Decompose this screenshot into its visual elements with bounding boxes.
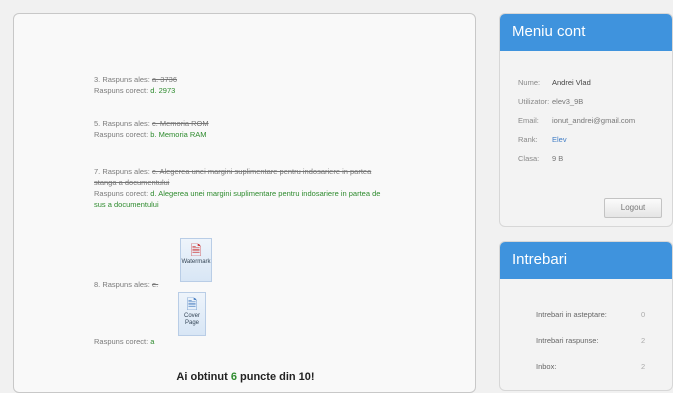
score-text: Ai obtinut 6 puncte din 10! (176, 371, 315, 383)
chosen-label: 3. Raspuns ales: (94, 75, 150, 84)
correct-answer: d. 2973 (150, 86, 176, 95)
account-row-name: Nume: Andrei Vlad (518, 78, 591, 87)
rank-link[interactable]: Elev (552, 135, 567, 154)
chosen-label: 7. Raspuns ales: (94, 167, 150, 176)
questions-answered[interactable]: Intrebari raspunse: 2 (536, 336, 645, 362)
account-row-email: Email: ionut_andrei@gmail.com (518, 116, 636, 125)
watermark-icon: 🗎 Watermark (180, 238, 212, 282)
answer-8-chosen: 8. Raspuns ales: e. (94, 279, 158, 290)
score-value: 6 (230, 371, 237, 383)
chosen-label: 8. Raspuns ales: (94, 280, 150, 289)
chosen-label: 5. Raspuns ales: (94, 119, 150, 128)
questions-list: Intrebari in asteptare: 0 Intrebari raspu… (536, 310, 645, 388)
questions-menu: Intrebari Intrebari in asteptare: 0 Intre… (499, 241, 673, 391)
answer-7: 7. Raspuns ales: c. Alegerea unei margin… (94, 166, 394, 210)
chosen-answer: c. Memoria ROM (151, 119, 209, 128)
correct-label: Raspuns corect: (94, 337, 149, 346)
chosen-answer: a. 3736 (151, 75, 177, 84)
questions-inbox[interactable]: Inbox: 2 (536, 362, 645, 388)
correct-label: Raspuns corect: (94, 189, 149, 198)
cover-page-icon: 🗎 Cover Page (178, 292, 206, 336)
correct-label: Raspuns corect: (94, 86, 149, 95)
account-menu-title: Meniu cont (500, 14, 672, 51)
answer-3: 3. Raspuns ales: a. 3736 Raspuns corect:… (94, 74, 177, 96)
account-row-rank: Rank: Elev (518, 135, 635, 154)
account-row-user: Utilizator: elev3_9B (518, 97, 584, 106)
account-row-class: Clasa: 9 B (518, 154, 564, 163)
questions-menu-title: Intrebari (500, 242, 672, 279)
chosen-answer: e. (151, 280, 159, 289)
answer-5: 5. Raspuns ales: c. Memoria ROM Raspuns … (94, 118, 209, 140)
logout-button[interactable]: Logout (604, 198, 662, 218)
watermark-label: Watermark (181, 259, 211, 265)
cover-page-label: Cover Page (183, 313, 200, 326)
results-panel: 3. Raspuns ales: a. 3736 Raspuns corect:… (13, 13, 476, 393)
account-details: Nume: Andrei Vlad Utilizator: elev3_9B Ema… (518, 78, 635, 173)
questions-pending[interactable]: Intrebari in asteptare: 0 (536, 310, 645, 336)
account-menu: Meniu cont Nume: Andrei Vlad Utilizator: e… (499, 13, 673, 227)
correct-label: Raspuns corect: (94, 130, 149, 139)
correct-answer: a (150, 337, 155, 346)
correct-answer: b. Memoria RAM (150, 130, 207, 139)
answer-8-correct: Raspuns corect: a (94, 336, 154, 347)
